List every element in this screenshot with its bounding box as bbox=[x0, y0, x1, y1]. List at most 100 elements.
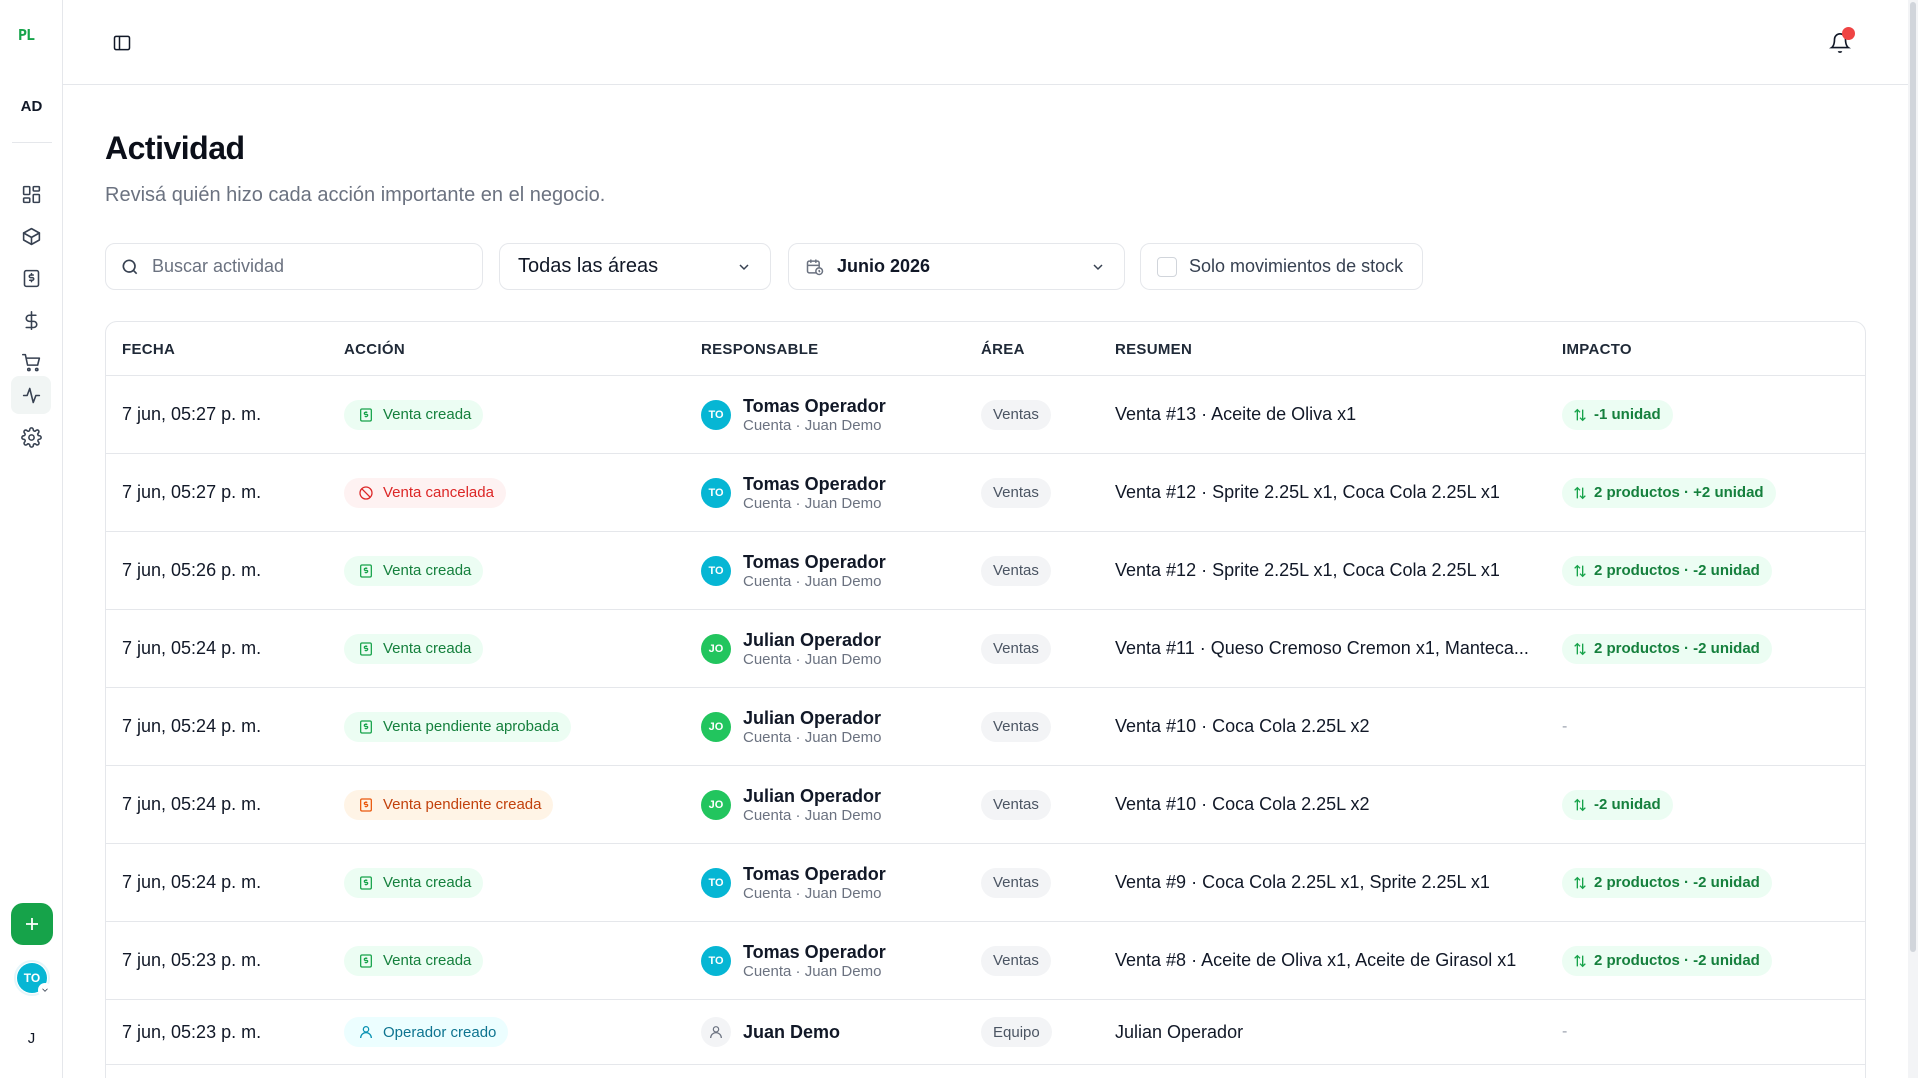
action-cell: Venta creada bbox=[344, 922, 484, 999]
sidebar-item-dashboard[interactable] bbox=[11, 175, 51, 213]
responsible-cell: TO Tomas Operador Cuenta · Juan Demo bbox=[701, 844, 886, 921]
sidebar-item-products[interactable] bbox=[11, 217, 51, 255]
area-badge: Ventas bbox=[981, 867, 1051, 898]
col-header-impact[interactable]: IMPACTO bbox=[1562, 341, 1632, 358]
impact-cell: 2 productos · +2 unidad bbox=[1562, 454, 1776, 531]
table-row[interactable]: 7 jun, 05:24 p. m. Venta creada TO Tomas Op… bbox=[106, 844, 1865, 922]
table-row[interactable]: 7 jun, 05:27 p. m. Venta cancelada TO Tomas… bbox=[106, 454, 1865, 532]
receipt-icon bbox=[360, 563, 372, 578]
action-badge: Venta pendiente creada bbox=[344, 789, 554, 820]
receipt-icon bbox=[360, 407, 372, 422]
action-label: Venta creada bbox=[383, 562, 472, 579]
responsible-account: Cuenta · Juan Demo bbox=[743, 728, 882, 746]
responsible-account: Cuenta · Juan Demo bbox=[743, 494, 882, 512]
sidebar-divider bbox=[12, 142, 52, 143]
date-cell: 7 jun, 05:26 p. m. bbox=[122, 560, 262, 580]
search-box[interactable] bbox=[105, 243, 483, 290]
action-label: Operador creado bbox=[383, 1023, 497, 1041]
col-header-action[interactable]: ACCIÓN bbox=[344, 341, 405, 358]
col-header-summary[interactable]: RESUMEN bbox=[1115, 341, 1192, 358]
search-input[interactable] bbox=[152, 256, 452, 277]
impact-text: -1 unidad bbox=[1594, 406, 1661, 423]
action-badge: Venta creada bbox=[344, 867, 484, 898]
user-icon bbox=[360, 1026, 372, 1039]
area-badge: Ventas bbox=[981, 789, 1051, 820]
notifications-button[interactable] bbox=[1823, 26, 1857, 60]
activity-icon bbox=[22, 387, 40, 403]
table-row[interactable]: 7 jun, 05:24 p. m. Venta pendiente creada… bbox=[106, 766, 1865, 844]
impact-cell: 2 productos · -2 unidad bbox=[1562, 610, 1772, 687]
stock-only-checkbox[interactable] bbox=[1157, 256, 1177, 277]
workspace-initials[interactable]: AD bbox=[0, 98, 63, 115]
responsible-account: Cuenta · Juan Demo bbox=[743, 884, 882, 902]
action-label: Venta pendiente creada bbox=[383, 796, 542, 813]
page-scrollbar[interactable] bbox=[1908, 0, 1918, 1078]
summary-cell: Venta #11 · Queso Cremoso Cremon x1, Man… bbox=[1115, 638, 1529, 658]
receipt-icon bbox=[23, 269, 39, 287]
action-badge: Venta cancelada bbox=[344, 477, 506, 508]
stock-only-toggle[interactable]: Solo movimientos de stock bbox=[1140, 243, 1423, 290]
date-cell: 7 jun, 05:24 p. m. bbox=[122, 638, 262, 658]
sidebar-item-settings[interactable] bbox=[11, 418, 51, 456]
month-select[interactable]: Junio 2026 bbox=[788, 243, 1125, 290]
scrollbar-thumb[interactable] bbox=[1910, 2, 1916, 952]
action-badge: Venta creada bbox=[344, 945, 484, 976]
col-header-responsible[interactable]: RESPONSABLE bbox=[701, 341, 819, 358]
impact-badge: 2 productos · -2 unidad bbox=[1562, 633, 1772, 664]
area-cell: Ventas bbox=[981, 844, 1051, 921]
summary-cell: Venta #13 · Aceite de Oliva x1 bbox=[1115, 404, 1357, 424]
area-badge: Equipo bbox=[981, 1017, 1052, 1047]
impact-badge: 2 productos · -2 unidad bbox=[1562, 555, 1772, 586]
summary-cell: Julian Operador bbox=[1115, 1021, 1244, 1042]
app: PL AD TO J Actividad Revisá quién hizo c… bbox=[0, 0, 1918, 1078]
quick-add-button[interactable] bbox=[11, 903, 53, 945]
table-row[interactable]: 7 jun, 05:27 p. m. Venta creada TO Tomas Op… bbox=[106, 376, 1865, 454]
responsible-cell: TO Tomas Operador Cuenta · Juan Demo bbox=[701, 922, 886, 999]
sidebar-item-finances[interactable] bbox=[11, 301, 51, 339]
impact-cell: 2 productos · -2 unidad bbox=[1562, 844, 1772, 921]
summary-cell: Venta #12 · Sprite 2.25L x1, Coca Cola 2… bbox=[1115, 482, 1500, 502]
sidebar-toggle-button[interactable] bbox=[107, 28, 137, 58]
user-menu-avatar[interactable]: TO bbox=[14, 960, 52, 997]
activity-table: FECHA ACCIÓN RESPONSABLE ÁREA RESUMEN IM… bbox=[105, 321, 1866, 1078]
avatar: TO bbox=[701, 555, 731, 586]
panel-left-icon bbox=[113, 35, 131, 51]
brand-logo[interactable]: PL bbox=[18, 26, 35, 44]
table-row[interactable]: 7 jun, 05:24 p. m. Venta pendiente aproba… bbox=[106, 688, 1865, 766]
action-label: Venta cancelada bbox=[383, 484, 494, 501]
action-badge: Venta creada bbox=[344, 633, 484, 664]
col-header-date[interactable]: FECHA bbox=[122, 341, 175, 358]
arrows-up-down-icon bbox=[1574, 408, 1586, 421]
responsible-cell: JO Julian Operador Cuenta · Juan Demo bbox=[701, 766, 881, 843]
summary-cell: Venta #10 · Coca Cola 2.25L x2 bbox=[1115, 716, 1370, 736]
action-label: Venta creada bbox=[383, 952, 472, 969]
action-cell: Venta creada bbox=[344, 844, 484, 921]
summary-cell: Venta #9 · Coca Cola 2.25L x1, Sprite 2.… bbox=[1115, 872, 1490, 892]
impact-cell: -1 unidad bbox=[1562, 376, 1673, 453]
impact-cell: 2 productos · -2 unidad bbox=[1562, 922, 1772, 999]
area-select[interactable]: Todas las áreas bbox=[499, 243, 771, 290]
arrows-up-down-icon bbox=[1574, 564, 1586, 577]
arrows-up-down-icon bbox=[1574, 954, 1586, 967]
area-cell: Ventas bbox=[981, 454, 1051, 531]
impact-text: -2 unidad bbox=[1594, 796, 1661, 813]
impact-text: 2 productos · +2 unidad bbox=[1594, 484, 1764, 501]
table-row[interactable]: 7 jun, 05:24 p. m. Venta creada JO Julian O… bbox=[106, 610, 1865, 688]
col-header-area[interactable]: ÁREA bbox=[981, 341, 1025, 358]
responsible-name: Tomas Operador bbox=[743, 551, 886, 572]
area-badge: Ventas bbox=[981, 633, 1051, 664]
responsible-cell: JO Julian Operador Cuenta · Juan Demo bbox=[701, 688, 881, 765]
impact-cell: - bbox=[1562, 1000, 1567, 1064]
table-row[interactable]: 7 jun, 05:23 p. m. Venta creada TO Tomas Op… bbox=[106, 922, 1865, 1000]
table-row[interactable]: 7 jun, 05:26 p. m. Venta creada TO Tomas Op… bbox=[106, 532, 1865, 610]
chevron-down-icon bbox=[1093, 263, 1103, 270]
sidebar-item-activity[interactable] bbox=[11, 376, 51, 414]
responsible-name: Juan Demo bbox=[743, 1022, 841, 1042]
sidebar-item-receipts[interactable] bbox=[11, 259, 51, 297]
action-label: Venta creada bbox=[383, 640, 472, 657]
impact-empty: - bbox=[1562, 1023, 1568, 1040]
summary-cell: Venta #12 · Sprite 2.25L x1, Coca Cola 2… bbox=[1115, 560, 1500, 580]
avatar: TO bbox=[701, 945, 731, 976]
table-row[interactable]: 7 jun, 05:23 p. m. Operador creado Juan De… bbox=[106, 1000, 1865, 1065]
summary-cell: Venta #10 · Coca Cola 2.25L x2 bbox=[1115, 794, 1370, 814]
